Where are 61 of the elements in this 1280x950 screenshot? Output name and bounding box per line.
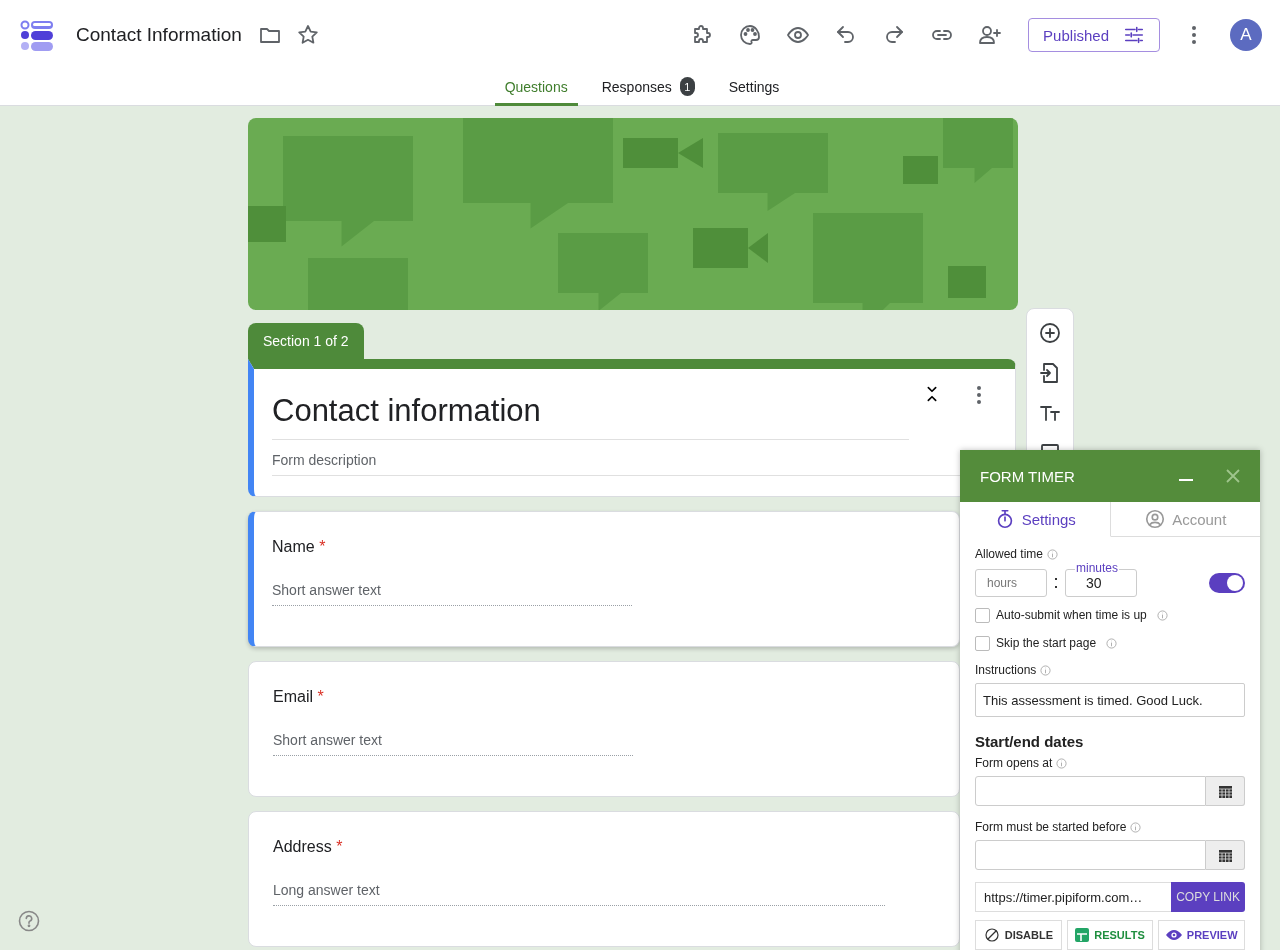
info-icon [1040,664,1052,676]
preview-button[interactable]: PREVIEW [1158,920,1245,950]
question-card[interactable]: Address * Long answer text [248,811,960,947]
date-field[interactable] [975,840,1206,870]
required-mark: * [336,838,343,855]
person-icon [1144,508,1167,530]
required-mark: * [317,688,324,705]
question-title: Name [272,538,315,555]
field-label: Form opens at [975,756,1053,770]
option-label: Skip the start page [996,636,1097,650]
count-badge: 1 [679,77,695,96]
checkbox[interactable] [975,607,990,623]
account-avatar[interactable]: A [1230,19,1262,51]
question-card[interactable]: Email * Short answer text [248,661,960,797]
star-icon[interactable] [295,23,320,47]
add-person-icon[interactable] [978,23,1003,47]
section-heading: Start/end dates [975,733,1085,750]
date-field[interactable] [975,776,1206,806]
disable-icon [983,927,1000,943]
info-icon [1106,637,1118,649]
form-tab[interactable]: Settings [718,70,790,106]
field-label: Instructions [975,663,1037,677]
published-button[interactable]: Published [1028,18,1160,52]
palette-icon[interactable] [738,23,763,47]
answer-field: Short answer text [273,732,633,756]
calendar-icon [1218,784,1232,798]
instructions-field[interactable]: This assessment is timed. Good Luck. [975,683,1245,717]
calendar-icon [1218,848,1232,862]
option-label: Auto-submit when time is up [996,608,1147,622]
field-label: Allowed time [975,547,1044,561]
question-title: Email [273,688,313,705]
link-field[interactable]: https://timer.pipiform.com… [975,882,1172,912]
info-icon [1056,757,1068,769]
field-label: Form must be started before [975,820,1127,834]
document-title[interactable]: Contact Information [76,24,242,46]
results-button[interactable]: RESULTS [1066,920,1154,950]
checkbox[interactable] [975,635,990,651]
question-title: Address [273,838,332,855]
calendar-button[interactable] [1206,776,1245,806]
info-icon [1047,548,1059,560]
sliders-icon [1123,24,1145,46]
copy-link-button[interactable]: COPY LINK [1171,882,1245,912]
calendar-button[interactable] [1206,840,1245,870]
info-icon [1130,821,1142,833]
required-mark: * [319,538,326,555]
disable-button[interactable]: DISABLE [975,920,1062,950]
answer-field: Long answer text [273,882,885,906]
add-icon[interactable] [1038,321,1062,345]
eye-icon [1165,929,1182,941]
answer-field: Short answer text [272,582,632,606]
panel-tab[interactable]: Settings [960,502,1111,537]
form-tab[interactable]: Responses 1 [591,70,705,106]
question-card[interactable]: Name * Short answer text [248,511,960,647]
form-tab[interactable]: Questions [494,70,578,106]
field-label: minutes [1075,561,1120,575]
hours-field[interactable]: hours [975,569,1047,597]
help-icon[interactable] [18,910,40,932]
section-title[interactable]: Contact information [272,383,909,440]
spreadsheet-icon [1075,928,1090,942]
info-icon [1156,609,1168,621]
toggle-switch[interactable] [1209,573,1245,593]
